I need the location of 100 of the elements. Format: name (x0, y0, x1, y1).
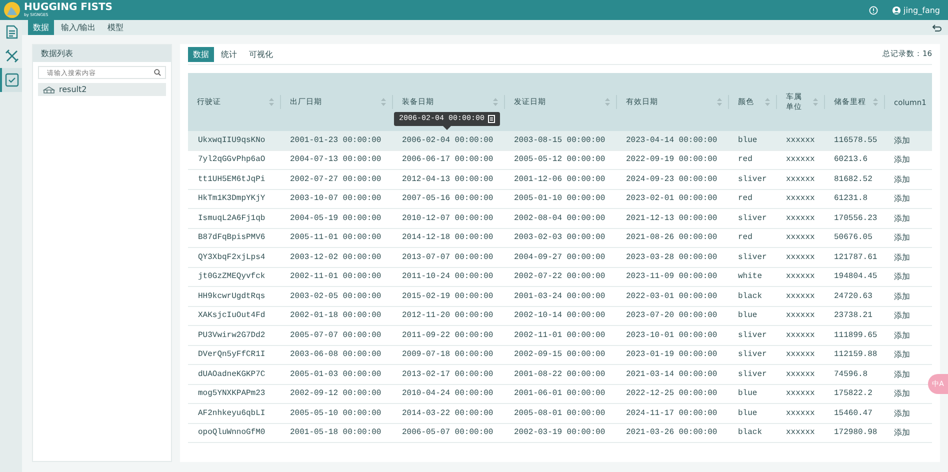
table-cell: xxxxxx (776, 306, 824, 326)
table-cell: blue (728, 384, 776, 404)
table-cell: 2001-06-01 00:00:00 (504, 384, 616, 404)
add-link[interactable]: 添加 (884, 286, 932, 306)
table-cell: 175822.2 (824, 384, 884, 404)
table-cell: 2005-11-01 00:00:00 (280, 228, 392, 248)
add-link[interactable]: 添加 (884, 189, 932, 208)
add-link[interactable]: 添加 (884, 404, 932, 423)
table-cell: 112159.88 (824, 345, 884, 364)
menu-tab[interactable]: 输入/输出 (56, 20, 101, 35)
table-cell: jt0GzZMEQyvfck (188, 267, 280, 286)
dataset-icon (43, 86, 55, 94)
table-cell: 2024-11-17 00:00:00 (616, 404, 728, 423)
add-link[interactable]: 添加 (884, 248, 932, 267)
table-cell: sliver (728, 326, 776, 345)
table-cell: 2023-04-14 00:00:00 (616, 131, 728, 150)
table-cell: 2003-02-05 00:00:00 (280, 286, 392, 306)
table-cell: xxxxxx (776, 404, 824, 423)
table-cell: 2012-11-20 00:00:00 (392, 306, 504, 326)
add-link[interactable]: 添加 (884, 170, 932, 189)
table-cell: 2010-04-24 00:00:00 (392, 384, 504, 404)
menu-tab[interactable]: 模型 (102, 20, 129, 35)
user-icon[interactable] (892, 6, 901, 14)
table-cell: 2021-08-26 00:00:00 (616, 228, 728, 248)
table-cell: HH9kcwrUgdtRqs (188, 286, 280, 306)
table-cell: 2003-02-03 00:00:00 (504, 228, 616, 248)
table-cell: 2012-04-13 00:00:00 (392, 170, 504, 189)
table-cell: blue (728, 306, 776, 326)
undo-icon[interactable] (932, 24, 942, 32)
copy-icon[interactable] (488, 115, 495, 123)
dataset-item[interactable]: result2 (38, 83, 166, 96)
add-link[interactable]: 添加 (884, 326, 932, 345)
table-cell: opoQluWnnoGfM0 (188, 423, 280, 442)
table-cell: 2001-12-06 00:00:00 (504, 170, 616, 189)
table-cell: 2005-01-10 00:00:00 (504, 189, 616, 208)
table-cell: 2006-06-17 00:00:00 (392, 150, 504, 170)
table-cell: 2005-05-12 00:00:00 (504, 150, 616, 170)
table-cell: HkTm1K3DmpYKjY (188, 189, 280, 208)
add-link[interactable]: 添加 (884, 208, 932, 228)
table-cell: 60213.6 (824, 150, 884, 170)
alert-icon[interactable] (868, 6, 878, 14)
table-cell: 2015-02-19 00:00:00 (392, 286, 504, 306)
view-tab[interactable]: 可视化 (244, 46, 278, 62)
table-cell: 2004-07-13 00:00:00 (280, 150, 392, 170)
table-cell: 2001-01-23 00:00:00 (280, 131, 392, 150)
table-cell: 170556.23 (824, 208, 884, 228)
table-cell: black (728, 423, 776, 442)
tooltip-pointer (442, 126, 451, 130)
table-cell: DVerQn5yFfCR1I (188, 345, 280, 364)
table-cell: 2011-10-24 00:00:00 (392, 267, 504, 286)
table-cell: white (728, 267, 776, 286)
table-cell: xxxxxx (776, 189, 824, 208)
table-cell: 2014-03-22 00:00:00 (392, 404, 504, 423)
table-cell: 2002-09-12 00:00:00 (280, 384, 392, 404)
view-tab[interactable]: 统计 (216, 46, 242, 62)
table-cell: xxxxxx (776, 345, 824, 364)
add-link[interactable]: 添加 (884, 131, 932, 150)
table-cell: QY3XbqF2xjLps4 (188, 248, 280, 267)
table-cell: 2002-10-14 00:00:00 (504, 306, 616, 326)
table-cell: 74596.8 (824, 364, 884, 384)
view-tab[interactable]: 数据 (188, 46, 214, 62)
menu-tab[interactable]: 数据 (28, 20, 54, 35)
table-cell: 2004-05-19 00:00:00 (280, 208, 392, 228)
tools-icon (5, 49, 19, 63)
table-cell: sliver (728, 248, 776, 267)
table-cell: sliver (728, 208, 776, 228)
table-cell: xxxxxx (776, 228, 824, 248)
sidebar-item[interactable] (0, 68, 22, 92)
add-link[interactable]: 添加 (884, 267, 932, 286)
app-title: HUGGING FISTS (24, 3, 112, 13)
table-cell: 2002-11-01 00:00:00 (280, 267, 392, 286)
table-cell: 2021-12-13 00:00:00 (616, 208, 728, 228)
add-link[interactable]: 添加 (884, 345, 932, 364)
table-cell: xxxxxx (776, 131, 824, 150)
table-cell: 2023-01-19 00:00:00 (616, 345, 728, 364)
table-cell: PU3Vwirw2G7Dd2 (188, 326, 280, 345)
table-cell: 2003-08-15 00:00:00 (504, 131, 616, 150)
table-cell: 2002-08-04 00:00:00 (504, 208, 616, 228)
table-cell: 7yl2qGGvPhp6aO (188, 150, 280, 170)
table-cell: mog5YNXKPAPm23 (188, 384, 280, 404)
table-cell: xxxxxx (776, 267, 824, 286)
table-cell: xxxxxx (776, 248, 824, 267)
search-icon[interactable] (154, 69, 161, 76)
table-cell: 2021-03-14 00:00:00 (616, 364, 728, 384)
table-cell: 2002-07-27 00:00:00 (280, 170, 392, 189)
document-icon (6, 25, 18, 39)
table-cell: 2022-03-01 00:00:00 (616, 286, 728, 306)
table-cell: 15460.47 (824, 404, 884, 423)
table-cell: blue (728, 404, 776, 423)
add-link[interactable]: 添加 (884, 150, 932, 170)
add-link[interactable]: 添加 (884, 228, 932, 248)
table-cell: 2014-12-18 00:00:00 (392, 228, 504, 248)
table-cell: 2002-11-01 00:00:00 (504, 326, 616, 345)
table-cell: 2023-11-09 00:00:00 (616, 267, 728, 286)
add-link[interactable]: 添加 (884, 423, 932, 442)
table-cell: xxxxxx (776, 208, 824, 228)
user-name[interactable]: jing_fang (904, 6, 940, 14)
table-cell: sliver (728, 364, 776, 384)
add-link[interactable]: 添加 (884, 306, 932, 326)
table-cell: tt1UH5EM6tJqPi (188, 170, 280, 189)
